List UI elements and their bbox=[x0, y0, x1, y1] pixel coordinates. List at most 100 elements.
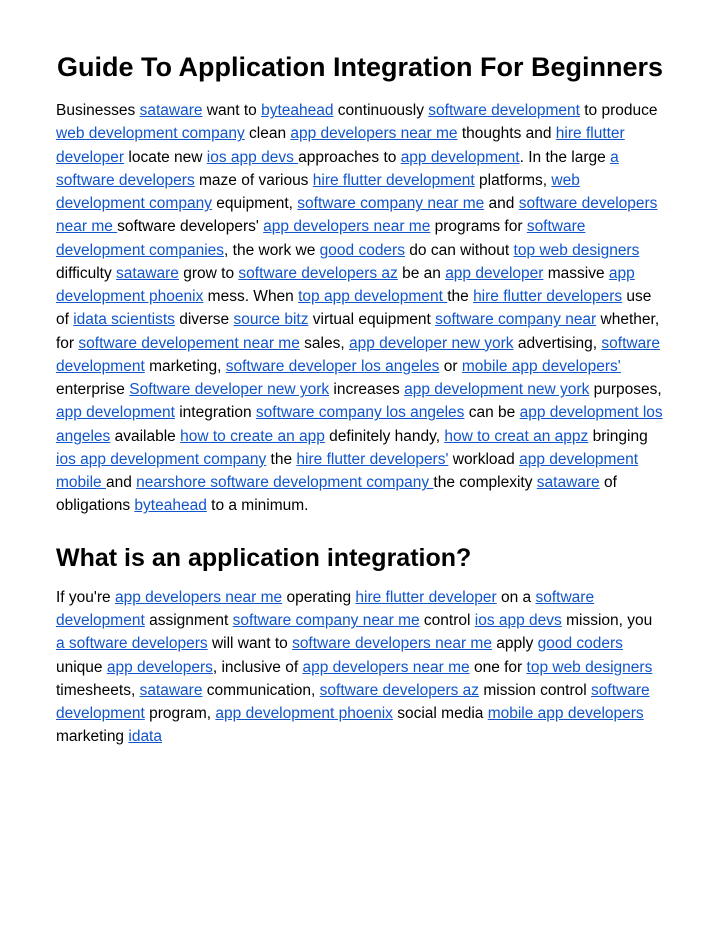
link[interactable]: good coders bbox=[320, 242, 405, 259]
text: and bbox=[106, 474, 136, 491]
page-title: Guide To Application Integration For Beg… bbox=[56, 50, 664, 85]
text: thoughts and bbox=[458, 125, 556, 142]
text: control bbox=[420, 612, 475, 629]
link[interactable]: software company near bbox=[435, 311, 596, 328]
link[interactable]: sataware bbox=[140, 102, 203, 119]
text: available bbox=[110, 428, 180, 445]
text: will want to bbox=[208, 635, 292, 652]
link[interactable]: how to create an app bbox=[180, 428, 325, 445]
text: the bbox=[447, 288, 473, 305]
link[interactable]: top app development bbox=[298, 288, 447, 305]
link[interactable]: byteahead bbox=[261, 102, 333, 119]
text: Businesses bbox=[56, 102, 140, 119]
link[interactable]: software developers az bbox=[320, 682, 479, 699]
link[interactable]: software developers near me bbox=[292, 635, 492, 652]
text: definitely handy, bbox=[325, 428, 444, 445]
link[interactable]: app development new york bbox=[404, 381, 589, 398]
link[interactable]: ios app devs bbox=[207, 149, 298, 166]
text: locate new bbox=[124, 149, 207, 166]
link[interactable]: Software developer new york bbox=[129, 381, 329, 398]
text: the complexity bbox=[433, 474, 536, 491]
link[interactable]: sataware bbox=[116, 265, 179, 282]
link[interactable]: sataware bbox=[537, 474, 600, 491]
link[interactable]: byteahead bbox=[134, 497, 206, 514]
link[interactable]: app developers near me bbox=[290, 125, 457, 142]
text: marketing, bbox=[145, 358, 226, 375]
link[interactable]: app developers near me bbox=[302, 659, 469, 676]
link[interactable]: app developer new york bbox=[349, 335, 514, 352]
link[interactable]: app developers bbox=[107, 659, 213, 676]
link[interactable]: hire flutter developers' bbox=[296, 451, 448, 468]
link[interactable]: app developers near me bbox=[115, 589, 282, 606]
text: platforms, bbox=[475, 172, 552, 189]
text: clean bbox=[245, 125, 291, 142]
text: enterprise bbox=[56, 381, 129, 398]
link[interactable]: software development bbox=[428, 102, 580, 119]
link[interactable]: a software developers bbox=[56, 635, 208, 652]
link[interactable]: hire flutter development bbox=[313, 172, 475, 189]
text: workload bbox=[448, 451, 519, 468]
link[interactable]: software developers az bbox=[238, 265, 397, 282]
text: virtual equipment bbox=[308, 311, 435, 328]
text: If you're bbox=[56, 589, 115, 606]
link[interactable]: mobile app developers' bbox=[462, 358, 621, 375]
link[interactable]: software developement near me bbox=[78, 335, 299, 352]
link[interactable]: software developer los angeles bbox=[226, 358, 440, 375]
text: on a bbox=[497, 589, 536, 606]
link[interactable]: sataware bbox=[140, 682, 203, 699]
text: to produce bbox=[580, 102, 658, 119]
link[interactable]: how to creat an appz bbox=[444, 428, 588, 445]
link[interactable]: software company los angeles bbox=[256, 404, 465, 421]
text: equipment, bbox=[212, 195, 297, 212]
text: do can without bbox=[405, 242, 514, 259]
text: bringing bbox=[588, 428, 647, 445]
link[interactable]: nearshore software development company bbox=[136, 474, 433, 491]
text: social media bbox=[393, 705, 488, 722]
link[interactable]: app development bbox=[401, 149, 520, 166]
link[interactable]: hire flutter developers bbox=[473, 288, 622, 305]
link[interactable]: source bitz bbox=[234, 311, 309, 328]
text: program, bbox=[145, 705, 216, 722]
text: timesheets, bbox=[56, 682, 140, 699]
link[interactable]: mobile app developers bbox=[488, 705, 644, 722]
link[interactable]: software company near me bbox=[233, 612, 420, 629]
link[interactable]: top web designers bbox=[514, 242, 640, 259]
link[interactable]: software company near me bbox=[297, 195, 484, 212]
paragraph-section: If you're app developers near me operati… bbox=[56, 586, 664, 749]
text: integration bbox=[175, 404, 256, 421]
paragraph-intro: Businesses sataware want to byteahead co… bbox=[56, 99, 664, 518]
text: difficulty bbox=[56, 265, 116, 282]
text: mission control bbox=[479, 682, 591, 699]
text: mission, you bbox=[562, 612, 652, 629]
link[interactable]: idata bbox=[128, 728, 162, 745]
text: maze of various bbox=[195, 172, 313, 189]
link[interactable]: ios app development company bbox=[56, 451, 266, 468]
text: approaches to bbox=[298, 149, 401, 166]
text: unique bbox=[56, 659, 107, 676]
text: to a minimum. bbox=[207, 497, 309, 514]
text: advertising, bbox=[514, 335, 602, 352]
link[interactable]: app development bbox=[56, 404, 175, 421]
link[interactable]: app developers near me bbox=[263, 218, 430, 235]
text: apply bbox=[492, 635, 538, 652]
text: sales, bbox=[300, 335, 349, 352]
text: or bbox=[439, 358, 461, 375]
link[interactable]: good coders bbox=[538, 635, 623, 652]
link[interactable]: idata scientists bbox=[73, 311, 175, 328]
text: increases bbox=[329, 381, 404, 398]
text: want to bbox=[202, 102, 261, 119]
link[interactable]: hire flutter developer bbox=[355, 589, 496, 606]
link[interactable]: app developer bbox=[445, 265, 543, 282]
text: and bbox=[484, 195, 518, 212]
text: be an bbox=[398, 265, 445, 282]
link[interactable]: ios app devs bbox=[475, 612, 562, 629]
text: purposes, bbox=[589, 381, 661, 398]
text: the bbox=[266, 451, 296, 468]
text: operating bbox=[282, 589, 355, 606]
text: assignment bbox=[145, 612, 233, 629]
section-heading: What is an application integration? bbox=[56, 540, 664, 576]
text: mess. When bbox=[203, 288, 298, 305]
link[interactable]: web development company bbox=[56, 125, 245, 142]
link[interactable]: app development phoenix bbox=[215, 705, 393, 722]
link[interactable]: top web designers bbox=[527, 659, 653, 676]
